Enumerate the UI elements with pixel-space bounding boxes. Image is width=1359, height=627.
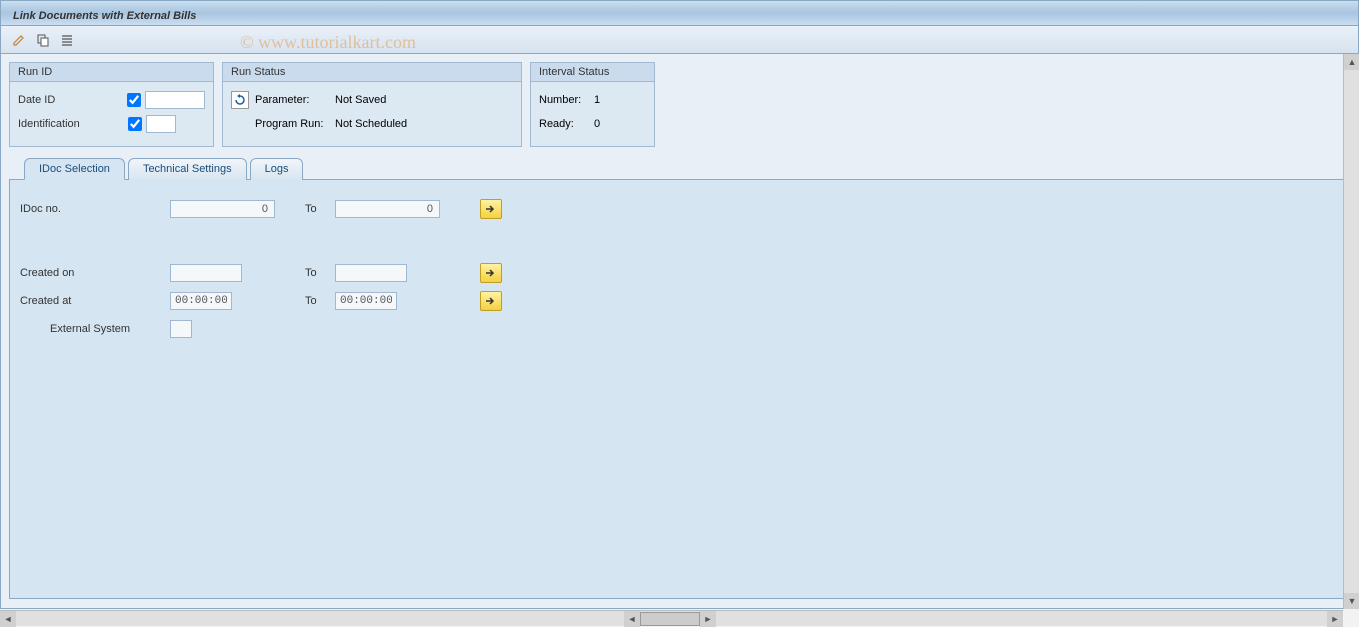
created-on-to-input[interactable]: [335, 264, 407, 282]
tab-logs[interactable]: Logs: [250, 158, 304, 180]
ready-label: Ready:: [539, 118, 594, 130]
idoc-no-multiselect-button[interactable]: [480, 199, 502, 219]
status-refresh-icon[interactable]: [231, 91, 249, 109]
scroll-split-left-icon[interactable]: ◄: [624, 611, 640, 627]
tab-idoc-selection[interactable]: IDoc Selection: [24, 158, 125, 180]
parameter-value: Not Saved: [335, 94, 386, 106]
copy-icon[interactable]: [35, 32, 51, 48]
tab-technical-settings[interactable]: Technical Settings: [128, 158, 247, 180]
created-at-to-input[interactable]: [335, 292, 397, 310]
parameter-label: Parameter:: [255, 94, 335, 106]
number-value: 1: [594, 94, 600, 106]
run-id-header: Run ID: [10, 63, 213, 82]
scroll-left-icon[interactable]: ◄: [0, 611, 16, 627]
scroll-split-right-icon[interactable]: ►: [700, 611, 716, 627]
created-at-multiselect-button[interactable]: [480, 291, 502, 311]
scroll-right-icon[interactable]: ►: [1327, 611, 1343, 627]
run-status-header: Run Status: [223, 63, 521, 82]
page-title: Link Documents with External Bills: [13, 10, 196, 22]
created-on-label: Created on: [20, 267, 170, 279]
main-content: Run ID Date ID Identification Run Status: [0, 54, 1359, 609]
run-id-panel: Run ID Date ID Identification: [9, 62, 214, 147]
created-on-multiselect-button[interactable]: [480, 263, 502, 283]
interval-status-header: Interval Status: [531, 63, 654, 82]
idoc-no-to-label: To: [305, 203, 335, 215]
ready-value: 0: [594, 118, 600, 130]
program-run-label: Program Run:: [255, 118, 335, 130]
tabs-container: IDoc Selection Technical Settings Logs I…: [9, 157, 1350, 607]
date-id-input[interactable]: [145, 91, 205, 109]
toolbar: [0, 26, 1359, 54]
horizontal-scrollbar[interactable]: ◄ ◄ ► ►: [0, 610, 1343, 626]
run-status-panel: Run Status Parameter: Not Saved Program …: [222, 62, 522, 147]
list-icon[interactable]: [59, 32, 75, 48]
idoc-no-from-input[interactable]: [170, 200, 275, 218]
created-on-from-input[interactable]: [170, 264, 242, 282]
vertical-scrollbar[interactable]: ▲ ▼: [1343, 54, 1359, 609]
identification-input[interactable]: [146, 115, 176, 133]
scroll-down-icon[interactable]: ▼: [1344, 593, 1359, 609]
date-id-checkbox[interactable]: [127, 93, 141, 107]
edit-icon[interactable]: [11, 32, 27, 48]
created-at-label: Created at: [20, 295, 170, 307]
external-system-input[interactable]: [170, 320, 192, 338]
idoc-no-label: IDoc no.: [20, 203, 170, 215]
created-at-from-input[interactable]: [170, 292, 232, 310]
date-id-label: Date ID: [18, 94, 127, 106]
identification-label: Identification: [18, 118, 128, 130]
identification-checkbox[interactable]: [128, 117, 142, 131]
external-system-label: External System: [20, 323, 170, 335]
tab-content-idoc: IDoc no. To Created on To: [9, 179, 1350, 599]
title-bar: Link Documents with External Bills: [0, 0, 1359, 26]
scroll-split-handle[interactable]: [640, 612, 700, 626]
program-run-value: Not Scheduled: [335, 118, 407, 130]
idoc-no-to-input[interactable]: [335, 200, 440, 218]
number-label: Number:: [539, 94, 594, 106]
created-on-to-label: To: [305, 267, 335, 279]
scroll-up-icon[interactable]: ▲: [1344, 54, 1359, 70]
interval-status-panel: Interval Status Number: 1 Ready: 0: [530, 62, 655, 147]
created-at-to-label: To: [305, 295, 335, 307]
panels-row: Run ID Date ID Identification Run Status: [9, 62, 1350, 147]
tabs: IDoc Selection Technical Settings Logs: [24, 157, 1350, 179]
